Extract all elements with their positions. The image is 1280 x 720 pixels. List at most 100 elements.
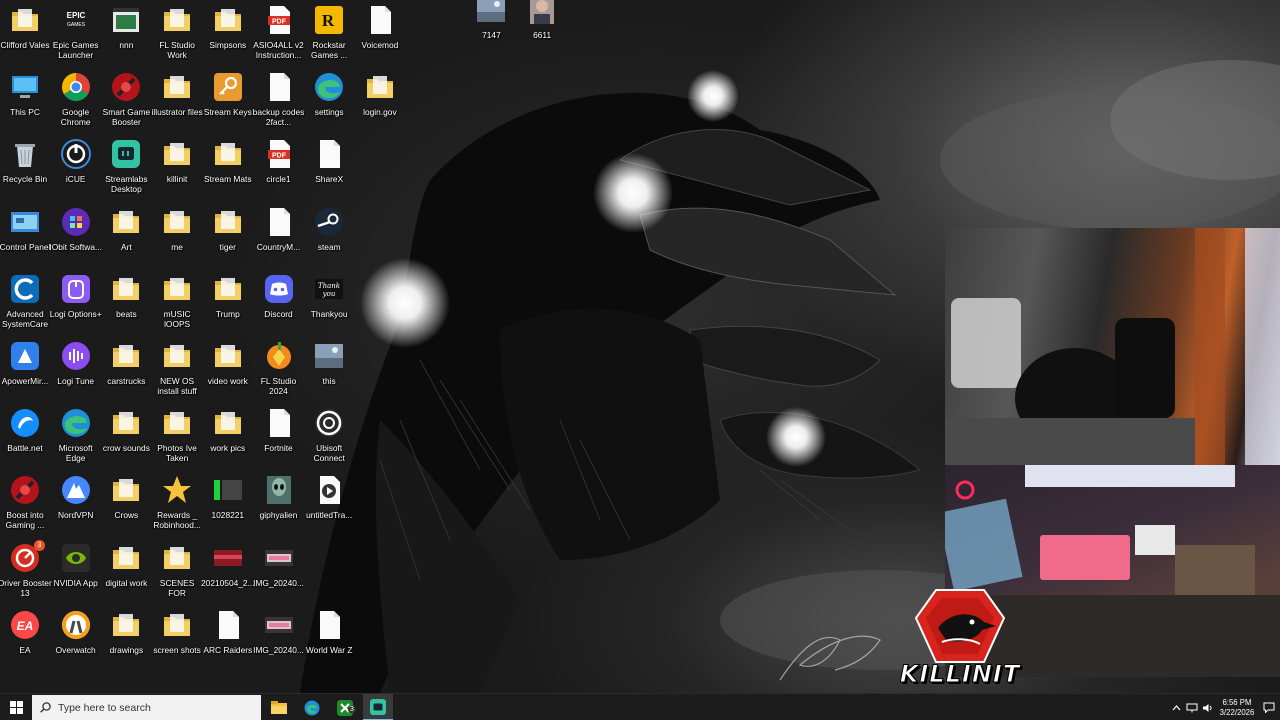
taskbar-edge[interactable] — [297, 694, 327, 720]
killinit-logo: KILLINIT — [880, 588, 1040, 689]
desktop-icon[interactable]: Streamlabs Desktop — [101, 138, 151, 194]
desktop-icon[interactable]: Fortnite — [254, 407, 304, 453]
desktop-icon[interactable]: backup codes 2fact... — [253, 71, 304, 127]
desktop-icon[interactable]: NordVPN — [51, 474, 101, 520]
desktop-icon[interactable]: 7147 — [466, 0, 516, 40]
desktop-icon[interactable]: illustrator files — [151, 71, 203, 117]
desktop-icon[interactable]: carstrucks — [101, 340, 151, 386]
desktop-icon[interactable]: Art — [101, 206, 151, 252]
desktop-icon[interactable]: digital work — [101, 542, 151, 588]
desktop-icon-label: Voicemod — [361, 40, 399, 50]
taskbar-clock[interactable]: 6:56 PM 3/22/2026 — [1216, 694, 1258, 720]
desktop-icon[interactable]: Voicemod — [355, 4, 405, 50]
desktop-icon[interactable]: nnn — [101, 4, 151, 50]
svg-text:EPIC: EPIC — [66, 11, 85, 20]
desktop-icon[interactable]: ApowerMir... — [0, 340, 50, 386]
desktop-icon[interactable]: Discord — [254, 273, 304, 319]
desktop-icon[interactable]: NEW OS install stuff — [152, 340, 202, 396]
desktop-icon[interactable]: IObit Softwa... — [49, 206, 102, 252]
desktop-icon[interactable]: IMG_20240... — [253, 542, 304, 588]
desktop-icon[interactable]: Clifford Vales — [0, 4, 50, 50]
tray-network[interactable] — [1184, 694, 1200, 720]
desktop-icon[interactable]: video work — [203, 340, 253, 386]
desktop-icon[interactable]: crow sounds — [101, 407, 151, 453]
desktop-icon[interactable]: mUSIC lOOPS — [152, 273, 202, 329]
streamlabs-icon — [370, 698, 386, 715]
desktop-icon-label: SCENES FOR STREAM — [159, 577, 195, 598]
desktop-icon[interactable]: Control Panel — [0, 206, 50, 252]
desktop-icon[interactable]: FL Studio Work — [152, 4, 202, 60]
folder-icon — [110, 474, 142, 506]
tray-show-hidden-chevron[interactable] — [1168, 694, 1184, 720]
desktop-icon[interactable]: Logi Tune — [51, 340, 101, 386]
desktop-icon[interactable]: ShareX — [304, 138, 354, 184]
desktop-icon-label: steam — [317, 241, 341, 252]
desktop-icon[interactable]: NVIDIA App — [51, 542, 101, 588]
desktop-icon[interactable]: 1028221 — [203, 474, 253, 520]
desktop-icon[interactable]: untitledTra... — [304, 474, 354, 520]
start-button[interactable] — [0, 694, 32, 720]
desktop-icon-label: ApowerMir... — [1, 376, 49, 386]
desktop-icon[interactable]: Simpsons — [203, 4, 253, 50]
desktop-icon[interactable]: CountryM... — [254, 206, 304, 252]
desktop-icon[interactable]: Rewards _ Robinhood... — [152, 474, 202, 530]
desktop-icon[interactable]: SCENES FOR STREAM — [152, 542, 202, 598]
desktop-icon[interactable]: EPIC GAMES Epic Games Launcher — [51, 4, 101, 60]
desktop-icon[interactable]: Overwatch — [51, 609, 101, 655]
pdf-icon: PDF — [263, 138, 295, 170]
desktop-icon-label: Battle.net — [7, 443, 43, 454]
desktop-icon[interactable]: Trump — [203, 273, 253, 319]
desktop-icon[interactable]: PDF ASIO4ALL v2 Instruction... — [253, 4, 304, 60]
desktop-icon[interactable]: 6611 — [517, 0, 567, 40]
folder-icon — [212, 4, 244, 36]
taskbar-streamlabs[interactable] — [363, 694, 393, 720]
desktop-icon[interactable]: this — [304, 340, 354, 386]
desktop-icon[interactable]: Advanced SystemCare — [0, 273, 50, 329]
desktop-icon[interactable]: Driver Booster 13 3 — [0, 539, 52, 598]
desktop-icon[interactable]: Stream Keys — [203, 71, 253, 117]
desktop-icon[interactable]: Recycle Bin — [0, 138, 50, 184]
desktop-icon[interactable]: screen shots — [152, 609, 202, 655]
desktop-icon[interactable]: Thank you Thankyou — [304, 273, 354, 319]
taskbar-xbox[interactable]: 3 — [330, 694, 360, 720]
desktop-icon-label: video work — [207, 376, 248, 386]
desktop-icon[interactable]: login.gov — [355, 71, 405, 117]
desktop-icon[interactable]: drawings — [101, 609, 151, 655]
desktop-icon-label: settings — [314, 107, 344, 118]
desktop-icon[interactable]: ARC Raiders — [203, 609, 253, 655]
desktop-icon[interactable]: 20210504_2... — [201, 542, 255, 588]
desktop-icon[interactable]: This PC — [0, 71, 50, 117]
desktop-icon[interactable]: tiger — [203, 206, 253, 252]
desktop-icon[interactable]: Google Chrome — [51, 71, 101, 127]
desktop-icon[interactable]: Smart Game Booster — [101, 71, 151, 127]
taskbar-file-explorer[interactable] — [264, 694, 294, 720]
desktop-icon[interactable]: Boost into Gaming ... — [0, 474, 50, 530]
desktop-icon[interactable]: beats — [101, 273, 151, 319]
desktop-icon[interactable]: me — [152, 206, 202, 252]
desktop-icon[interactable]: EA EA — [0, 609, 50, 655]
desktop-icon[interactable]: World War Z — [304, 609, 354, 655]
desktop-icon[interactable]: R Rockstar Games ... — [304, 4, 354, 60]
tray-volume[interactable] — [1200, 694, 1216, 720]
desktop-icon[interactable]: Battle.net — [0, 407, 50, 453]
desktop-icon[interactable]: PDF circle1 — [254, 138, 304, 184]
desktop-icon-label: work pics — [210, 443, 246, 454]
folder-icon — [110, 206, 142, 238]
file-icon — [313, 609, 345, 641]
taskbar-search-box[interactable]: Type here to search — [32, 695, 261, 720]
desktop-icon[interactable]: Microsoft Edge — [51, 407, 101, 463]
desktop-icon[interactable]: iCUE — [51, 138, 101, 184]
desktop-icon[interactable]: Logi Options+ — [50, 273, 102, 319]
desktop-icon[interactable]: Ubisoft Connect — [304, 407, 354, 463]
desktop-icon[interactable]: IMG_20240... — [253, 609, 304, 655]
desktop-icon[interactable]: work pics — [203, 407, 253, 453]
desktop-icon[interactable]: FL Studio 2024 — [254, 340, 304, 396]
desktop-icon[interactable]: Crows — [101, 474, 151, 520]
desktop-icon[interactable]: Photos Ive Taken — [152, 407, 202, 463]
desktop-icon[interactable]: steam — [304, 206, 354, 252]
desktop-icon[interactable]: killinit — [152, 138, 202, 184]
desktop-icon[interactable]: Stream Mats — [203, 138, 253, 184]
desktop-icon[interactable]: giphyalien — [254, 474, 304, 520]
desktop-icon[interactable]: settings — [304, 71, 354, 117]
action-center-button[interactable] — [1258, 694, 1280, 720]
